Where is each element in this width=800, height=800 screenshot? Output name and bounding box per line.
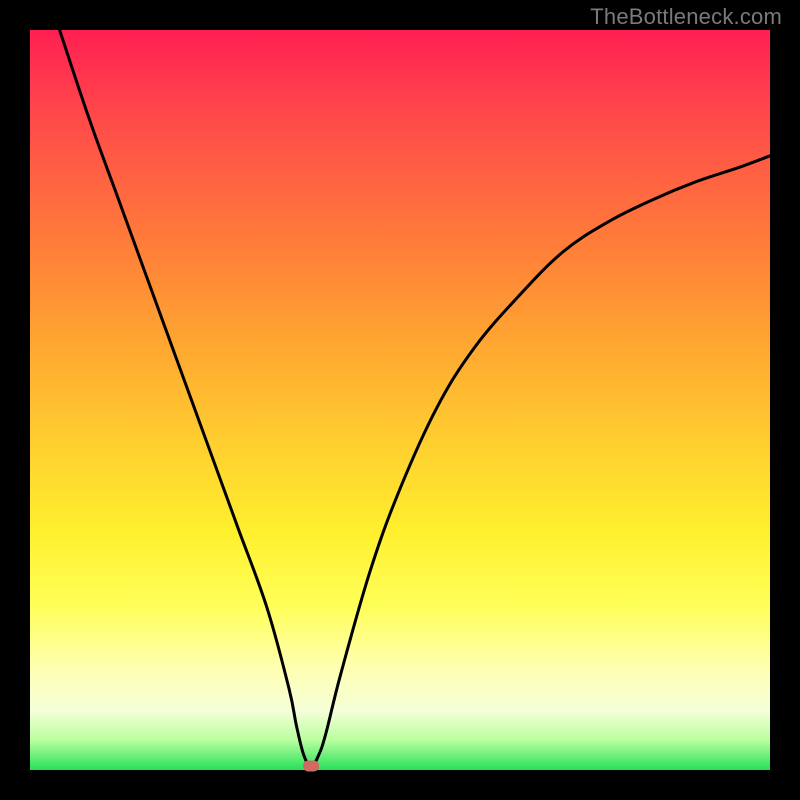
plot-area [30,30,770,770]
minimum-marker [303,761,319,772]
bottleneck-curve [60,30,770,766]
watermark-text: TheBottleneck.com [590,4,782,30]
chart-frame: TheBottleneck.com [0,0,800,800]
curve-layer [30,30,770,770]
